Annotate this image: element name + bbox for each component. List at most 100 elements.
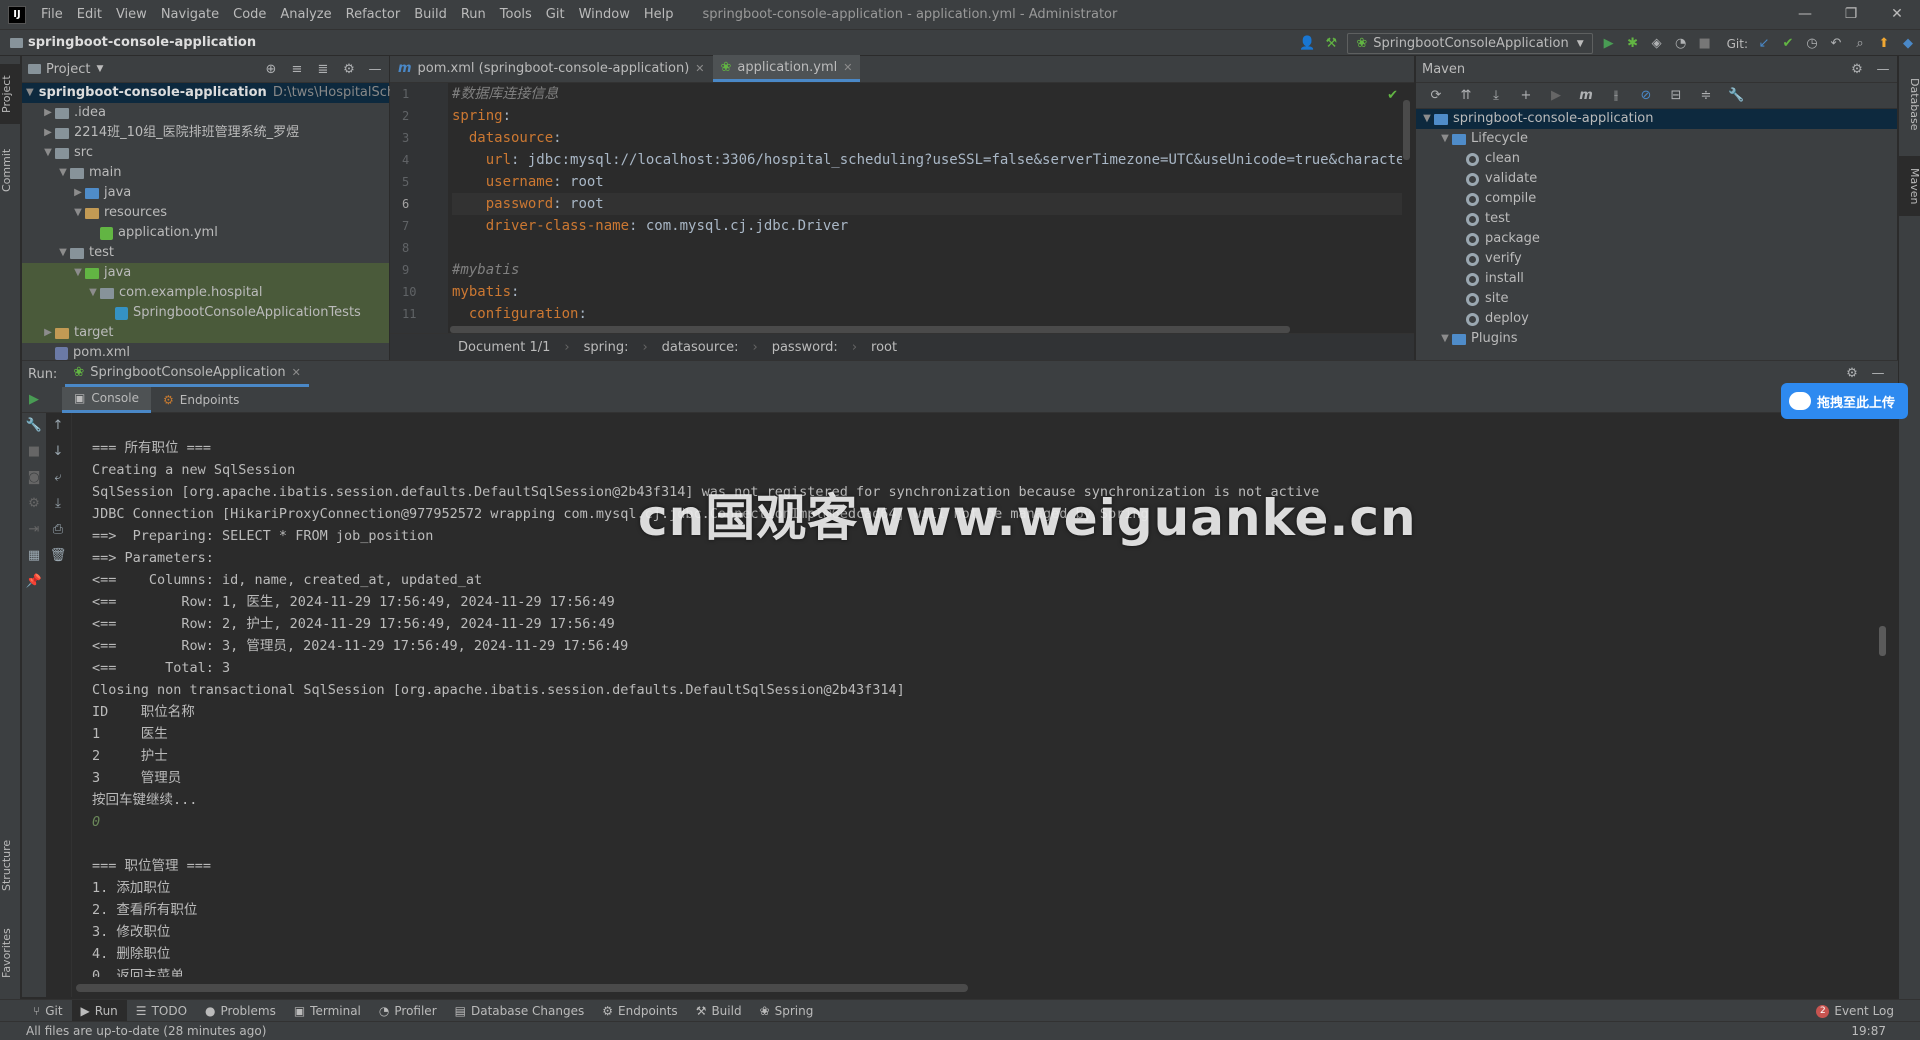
run-configuration-select[interactable]: ❀ SpringbootConsoleApplication ▼ bbox=[1347, 33, 1593, 54]
project-tree-item[interactable]: ▼ java bbox=[22, 263, 389, 283]
tool-window-terminal[interactable]: ▣ Terminal bbox=[285, 1000, 370, 1022]
menu-view[interactable]: View bbox=[109, 7, 154, 22]
project-tree-item[interactable]: application.yml bbox=[22, 223, 389, 243]
tool-window-git[interactable]: ⑂ Git bbox=[24, 1000, 72, 1022]
hide-icon[interactable]: — bbox=[1870, 366, 1886, 382]
breadcrumb-item[interactable]: password: bbox=[772, 340, 838, 355]
exit-icon[interactable]: ⇥ bbox=[22, 517, 46, 543]
project-tree-item[interactable]: ▶ 2214班_10组_医院排班管理系统_罗煜 bbox=[22, 123, 389, 143]
git-history-icon[interactable]: ◷ bbox=[1804, 36, 1820, 52]
breadcrumb-item[interactable]: datasource: bbox=[662, 340, 739, 355]
console-vscrollbar[interactable] bbox=[1879, 626, 1886, 656]
inspection-ok-icon[interactable]: ✔ bbox=[1387, 88, 1398, 103]
gear-icon[interactable]: ⚙ bbox=[1849, 62, 1865, 78]
code-line[interactable]: spring: bbox=[452, 105, 1402, 127]
trash-icon[interactable]: 🗑 bbox=[46, 543, 70, 569]
menu-file[interactable]: File bbox=[34, 7, 70, 22]
collapse-icon[interactable]: ≑ bbox=[1698, 88, 1714, 104]
reload-icon[interactable]: ⟳ bbox=[1428, 88, 1444, 104]
lifecycle-goal[interactable]: package bbox=[1416, 229, 1897, 249]
pin-icon[interactable]: 📌 bbox=[22, 569, 46, 595]
expand-arrow-icon[interactable]: ▼ bbox=[71, 263, 85, 283]
database-tool-tab[interactable]: Database bbox=[1899, 64, 1920, 144]
menu-code[interactable]: Code bbox=[226, 7, 273, 22]
code-area[interactable]: #数据库连接信息 spring: datasource: url: jdbc:my… bbox=[452, 83, 1402, 333]
git-update-icon[interactable]: ↙ bbox=[1756, 36, 1772, 52]
event-log-button[interactable]: 2 Event Log bbox=[1816, 1000, 1894, 1022]
build-hammer-icon[interactable]: ⚒ bbox=[1323, 36, 1339, 52]
tab-endpoints[interactable]: ⚙ Endpoints bbox=[151, 387, 251, 413]
upload-button[interactable]: 拖拽至此上传 bbox=[1781, 383, 1908, 419]
generate-sources-icon[interactable]: ⇈ bbox=[1458, 88, 1474, 104]
project-tree-item[interactable]: ▶ .idea bbox=[22, 103, 389, 123]
wrench-icon[interactable]: 🔧 bbox=[22, 413, 46, 439]
tool-window-problems[interactable]: ● Problems bbox=[196, 1000, 285, 1022]
project-tree-item[interactable]: ▼ src bbox=[22, 143, 389, 163]
execute-goal-icon[interactable]: m bbox=[1578, 88, 1594, 104]
soft-wrap-icon[interactable]: ⤶ bbox=[46, 465, 70, 491]
menu-help[interactable]: Help bbox=[637, 7, 681, 22]
debug-icon[interactable]: ✱ bbox=[1625, 36, 1641, 52]
menu-run[interactable]: Run bbox=[454, 7, 493, 22]
search-icon[interactable]: ⌕ bbox=[1852, 36, 1868, 52]
tool-window-spring[interactable]: ❀ Spring bbox=[751, 1000, 823, 1022]
lifecycle-goal[interactable]: deploy bbox=[1416, 309, 1897, 329]
lifecycle-goal[interactable]: site bbox=[1416, 289, 1897, 309]
lifecycle-goal[interactable]: install bbox=[1416, 269, 1897, 289]
project-tree-item[interactable]: ▶ target bbox=[22, 323, 389, 343]
tool-window-run[interactable]: ▶ Run bbox=[71, 999, 127, 1022]
down-arrow-icon[interactable]: ↓ bbox=[46, 439, 70, 465]
code-line[interactable]: username: root bbox=[452, 171, 1402, 193]
user-icon[interactable]: 👤 bbox=[1299, 36, 1315, 52]
menu-git[interactable]: Git bbox=[539, 7, 572, 22]
hide-icon[interactable]: — bbox=[1875, 62, 1891, 78]
stop-icon[interactable]: ■ bbox=[1697, 36, 1713, 52]
project-panel-title[interactable]: Project bbox=[46, 62, 90, 77]
lifecycle-goal[interactable]: compile bbox=[1416, 189, 1897, 209]
code-line[interactable]: driver-class-name: com.mysql.cj.jdbc.Dri… bbox=[452, 215, 1402, 237]
update-icon[interactable]: ⬆ bbox=[1876, 36, 1892, 52]
tab-application-yml[interactable]: ❀ application.yml ✕ bbox=[712, 55, 861, 82]
collapse-all-icon[interactable]: ≣ bbox=[315, 62, 331, 78]
project-tree-item[interactable]: ▼ com.example.hospital bbox=[22, 283, 389, 303]
restore-button[interactable]: ❐ bbox=[1828, 0, 1874, 29]
jetbrains-logo-icon[interactable]: ◆ bbox=[1900, 36, 1916, 52]
minimize-button[interactable]: — bbox=[1782, 0, 1828, 29]
code-line[interactable]: password: root bbox=[452, 193, 1402, 215]
project-tree-item[interactable]: SpringbootConsoleApplicationTests bbox=[22, 303, 389, 323]
breadcrumb[interactable]: springboot-console-application bbox=[10, 35, 256, 50]
expand-all-icon[interactable]: ≡ bbox=[289, 62, 305, 78]
expand-arrow-icon[interactable]: ▼ bbox=[41, 143, 55, 163]
scroll-to-end-icon[interactable]: ⤓ bbox=[46, 491, 70, 517]
up-arrow-icon[interactable]: ↑ bbox=[46, 413, 70, 439]
project-tree-item[interactable]: ▼ test bbox=[22, 243, 389, 263]
menu-navigate[interactable]: Navigate bbox=[154, 7, 226, 22]
gear-icon[interactable]: ⚙ bbox=[341, 62, 357, 78]
favorites-tool-tab[interactable]: Favorites bbox=[0, 918, 21, 988]
project-tree-item[interactable]: ▼ resources bbox=[22, 203, 389, 223]
run-icon[interactable]: ▶ bbox=[1601, 36, 1617, 52]
close-tab-icon[interactable]: ✕ bbox=[843, 61, 852, 74]
lifecycle-node[interactable]: ▼ Lifecycle bbox=[1416, 129, 1897, 149]
expand-arrow-icon[interactable]: ▼ bbox=[26, 83, 34, 103]
code-line[interactable]: url: jdbc:mysql://localhost:3306/hospita… bbox=[452, 149, 1402, 171]
collapse-arrow-icon[interactable]: ▶ bbox=[41, 103, 55, 123]
toggle-offline-icon[interactable]: ⫲ bbox=[1608, 88, 1624, 104]
profile-icon[interactable]: ◔ bbox=[1673, 36, 1689, 52]
stop-icon[interactable]: ■ bbox=[22, 439, 46, 465]
collapse-arrow-icon[interactable]: ▶ bbox=[41, 323, 55, 343]
menu-analyze[interactable]: Analyze bbox=[273, 7, 338, 22]
close-tab-icon[interactable]: ✕ bbox=[695, 62, 704, 75]
locate-icon[interactable]: ⊕ bbox=[263, 62, 279, 78]
run-maven-icon[interactable]: ▶ bbox=[1548, 88, 1564, 104]
editor-vscrollbar[interactable] bbox=[1403, 100, 1410, 160]
breadcrumb-item[interactable]: root bbox=[871, 340, 897, 355]
git-commit-icon[interactable]: ✔ bbox=[1780, 36, 1796, 52]
chevron-down-icon[interactable]: ▼ bbox=[96, 64, 103, 74]
hide-icon[interactable]: — bbox=[367, 62, 383, 78]
camera-icon[interactable]: ◙ bbox=[22, 465, 46, 491]
expand-arrow-icon[interactable]: ▼ bbox=[71, 203, 85, 223]
expand-arrow-icon[interactable]: ▼ bbox=[86, 283, 100, 303]
code-line[interactable] bbox=[452, 237, 1402, 259]
code-line[interactable]: #mybatis bbox=[452, 259, 1402, 281]
